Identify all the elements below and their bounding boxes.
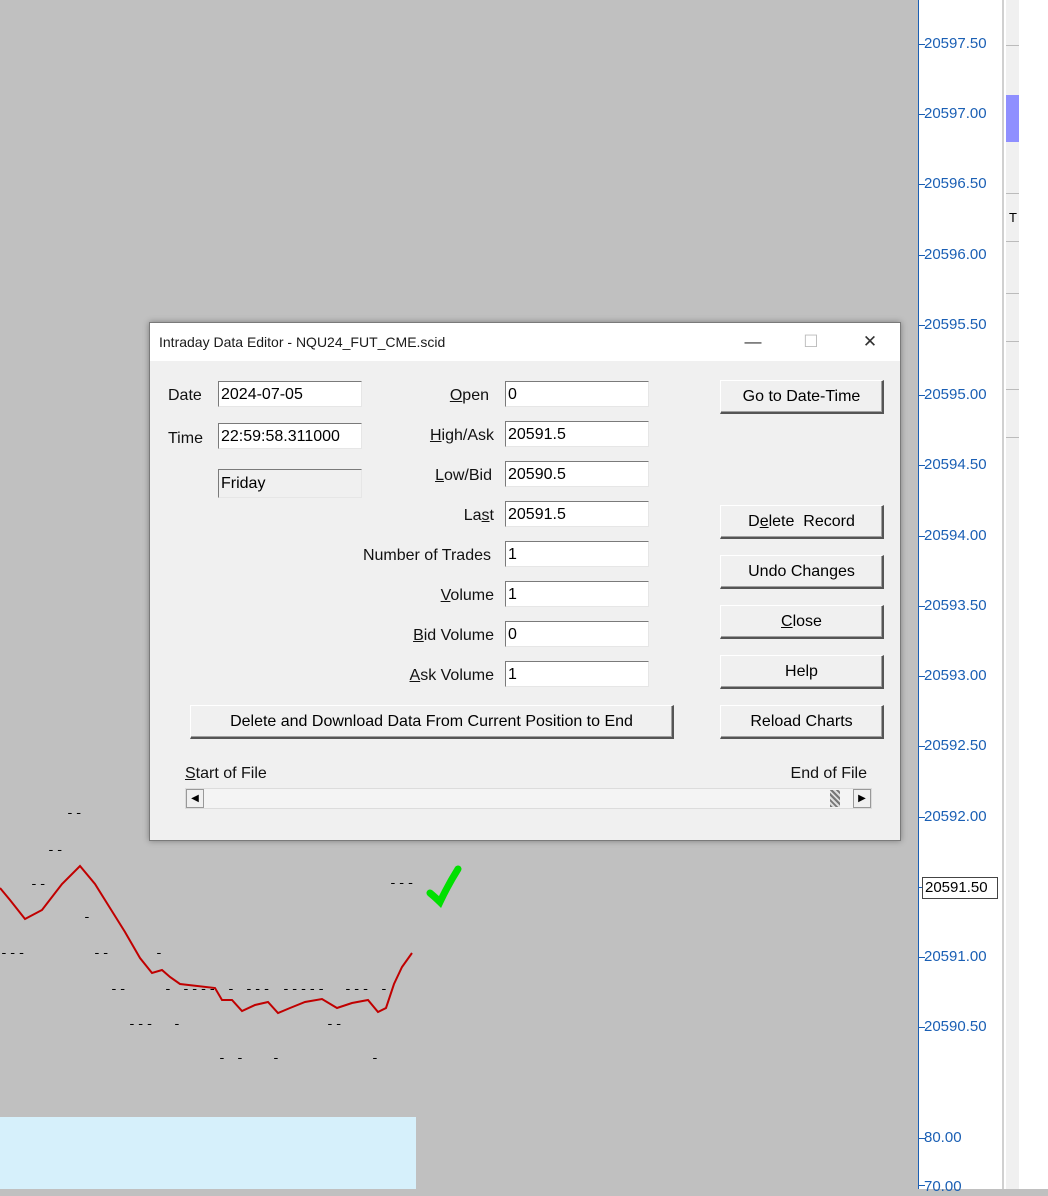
price-label: 20595.00 [924,386,987,403]
number-of-trades-field[interactable]: 1 [505,541,649,567]
price-label: 20597.50 [924,35,987,52]
price-label: 70.00 [924,1178,962,1195]
dash-marker: -- [30,877,48,892]
right-side-panel: T [1002,0,1048,1189]
day-of-week-field: Friday [218,469,362,498]
scroll-left-icon[interactable]: ◀ [186,789,204,808]
low-bid-field[interactable]: 20590.5 [505,461,649,487]
bid-volume-field[interactable]: 0 [505,621,649,647]
scroll-right-icon[interactable]: ▶ [853,789,871,808]
date-label: Date [168,387,202,404]
dash-marker: -- [93,946,111,961]
open-field[interactable]: 0 [505,381,649,407]
checkmark-chart-icon [426,865,462,908]
maximize-button[interactable]: ☐ [788,323,834,361]
high-ask-label: High/Ask [429,427,494,444]
price-label: 20593.00 [924,667,987,684]
price-label: 20592.50 [924,737,987,754]
dash-marker: -- [47,843,65,858]
dash-marker: - [218,1051,227,1066]
dash-marker: - [236,1051,245,1066]
price-label: 80.00 [924,1129,962,1146]
dash-marker: --- [389,876,416,891]
price-label: 20596.00 [924,246,987,263]
delete-record-button[interactable]: Delete Record [720,505,884,539]
date-field[interactable]: 2024-07-05 [218,381,362,407]
dash-marker: --- [128,1017,155,1032]
price-label: 20590.50 [924,1018,987,1035]
intraday-data-editor-dialog: Intraday Data Editor - NQU24_FUT_CME.sci… [149,322,901,841]
open-label: Open [449,387,489,404]
close-button[interactable]: Close [720,605,884,639]
price-label: 20596.50 [924,175,987,192]
start-of-file-label: Start of File [185,765,267,782]
end-of-file-label: End of File [790,765,867,782]
help-button[interactable]: Help [720,655,884,689]
price-label: 20594.50 [924,456,987,473]
file-position-scrollbar[interactable]: ◀ ▶ [185,788,872,809]
dash-marker: ---- [182,982,218,997]
dash-marker: --- [0,946,27,961]
dash-marker: --- [344,982,371,997]
price-label: 20593.50 [924,597,987,614]
undo-changes-button[interactable]: Undo Changes [720,555,884,589]
dialog-title: Intraday Data Editor - NQU24_FUT_CME.sci… [159,334,446,350]
dash-marker: -- [326,1017,344,1032]
ask-volume-field[interactable]: 1 [505,661,649,687]
scroll-thumb[interactable] [830,790,841,807]
price-label: 20592.00 [924,808,987,825]
price-axis: 20597.50 20597.00 20596.50 20596.00 2059… [918,0,1003,1195]
number-of-trades-label: Number of Trades [362,547,491,564]
strip-letter: T [1009,210,1017,225]
bid-volume-label: Bid Volume [413,627,494,644]
price-label: 20594.00 [924,527,987,544]
dash-marker: - [227,982,236,997]
go-to-date-time-button[interactable]: Go to Date-Time [720,380,884,414]
price-label: 20595.50 [924,316,987,333]
ask-volume-label: Ask Volume [409,667,494,684]
last-field[interactable]: 20591.5 [505,501,649,527]
dash-marker: - [173,1017,182,1032]
current-price-label: 20591.50 [922,877,998,899]
last-label: Last [463,507,494,524]
price-label: 20591.00 [924,948,987,965]
dash-marker: - [164,982,173,997]
volume-subgraph-panel [0,1117,416,1189]
time-label: Time [168,430,203,447]
volume-field[interactable]: 1 [505,581,649,607]
low-bid-label: Low/Bid [435,467,492,484]
high-ask-field[interactable]: 20591.5 [505,421,649,447]
time-field[interactable]: 22:59:58.311000 [218,423,362,449]
dash-marker: - [83,910,92,925]
dash-marker: -- [110,982,128,997]
delete-and-download-button[interactable]: Delete and Download Data From Current Po… [190,705,674,739]
price-highlight-bar [1006,95,1019,142]
minimize-button[interactable]: — [730,323,776,361]
dialog-titlebar[interactable]: Intraday Data Editor - NQU24_FUT_CME.sci… [150,323,900,361]
dash-marker: --- [245,982,272,997]
price-label: 20597.00 [924,105,987,122]
close-window-button[interactable]: ✕ [847,323,893,361]
dash-marker: ----- [282,982,327,997]
reload-charts-button[interactable]: Reload Charts [720,705,884,739]
dash-marker: - [155,946,164,961]
dash-marker: - [371,1051,380,1066]
dash-marker: - [272,1051,281,1066]
volume-label: Volume [440,587,494,604]
dash-marker: -- [66,806,84,821]
dash-marker: - [380,982,389,997]
